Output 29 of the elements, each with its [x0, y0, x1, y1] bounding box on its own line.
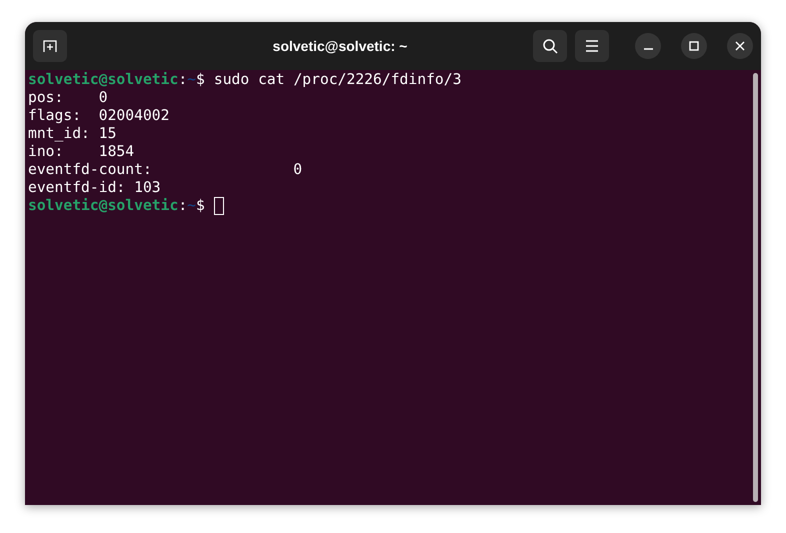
close-button[interactable] [727, 33, 753, 59]
prompt-user: solvetic@solvetic [28, 71, 178, 89]
prompt-symbol: $ [196, 197, 205, 215]
command-text: sudo cat /proc/2226/fdinfo/3 [214, 71, 462, 89]
maximize-button[interactable] [681, 33, 707, 59]
output-line: eventfd-id: 103 [28, 179, 161, 197]
minimize-button[interactable] [635, 33, 661, 59]
prompt-user: solvetic@solvetic [28, 197, 178, 215]
output-line: ino: 1854 [28, 143, 134, 161]
output-line: mnt_id: 15 [28, 125, 116, 143]
output-line: eventfd-count: 0 [28, 161, 302, 179]
search-button[interactable] [533, 30, 567, 62]
close-icon [735, 41, 745, 51]
prompt-symbol: $ [196, 71, 205, 89]
prompt-path: ~ [187, 71, 196, 89]
prompt-separator: : [178, 71, 188, 89]
maximize-icon [689, 41, 699, 51]
new-tab-icon [42, 38, 58, 54]
menu-button[interactable] [575, 30, 609, 62]
output-line: flags: 02004002 [28, 107, 170, 125]
new-tab-button[interactable] [33, 30, 67, 62]
prompt-path: ~ [187, 197, 196, 215]
menu-icon [585, 40, 599, 52]
prompt-separator: : [178, 197, 188, 215]
minimize-icon [644, 48, 652, 50]
window-title: solvetic@solvetic: ~ [272, 36, 408, 56]
output-line: pos: 0 [28, 89, 108, 107]
scrollbar-thumb[interactable] [752, 73, 758, 502]
search-icon [542, 38, 558, 54]
